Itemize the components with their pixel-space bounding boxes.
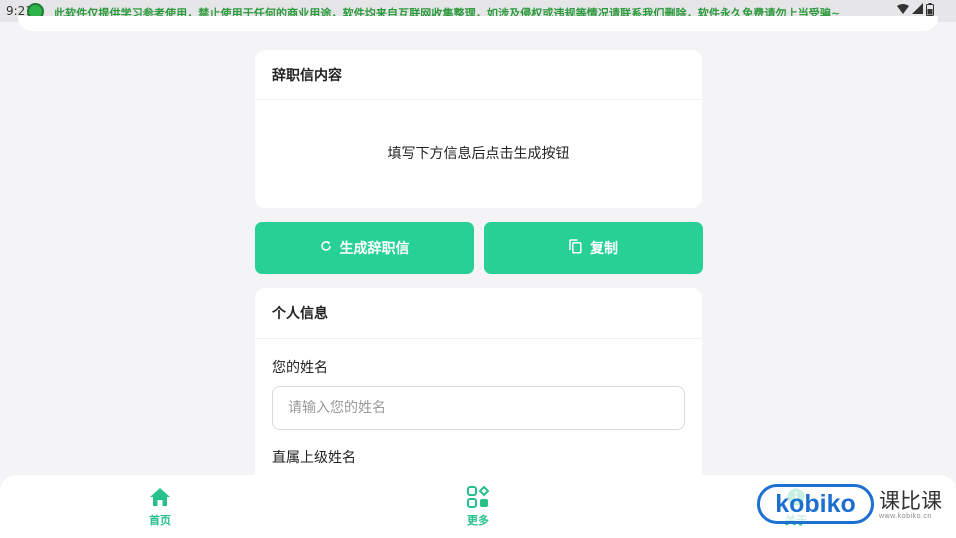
name-input[interactable] (272, 386, 685, 430)
supervisor-field-label: 直属上级姓名 (272, 450, 356, 466)
watermark-url: www.kobiko.cn (879, 513, 932, 520)
watermark-name: 课比课 (879, 489, 942, 513)
generate-letter-label: 生成辞职信 (339, 241, 410, 257)
apps-icon (448, 485, 508, 509)
copy-label: 复制 (590, 241, 618, 257)
copy-button[interactable]: 复制 (484, 222, 703, 274)
nav-item-more[interactable]: 更多 (448, 485, 508, 528)
nav-item-home[interactable]: 首页 (130, 485, 190, 528)
kobiko-watermark: kobiko 课比课 www.kobiko.cn (757, 482, 952, 526)
letter-card-title: 辞职信内容 (255, 50, 702, 100)
home-icon (130, 485, 190, 509)
letter-content-card: 辞职信内容 填写下方信息后点击生成按钮 (255, 50, 702, 208)
generate-letter-button[interactable]: 生成辞职信 (255, 222, 474, 274)
copy-icon (569, 238, 582, 258)
name-field-label: 您的姓名 (272, 360, 328, 376)
letter-placeholder-text: 填写下方信息后点击生成按钮 (387, 146, 570, 162)
nav-home-label: 首页 (149, 514, 171, 527)
refresh-icon (320, 240, 332, 256)
info-card-title: 个人信息 (255, 288, 702, 339)
personal-info-card: 个人信息 您的姓名 直属上级姓名 (255, 288, 702, 488)
kobiko-logo: kobiko (757, 484, 874, 524)
previous-card-edge (18, 16, 938, 31)
nav-more-label: 更多 (467, 514, 489, 527)
